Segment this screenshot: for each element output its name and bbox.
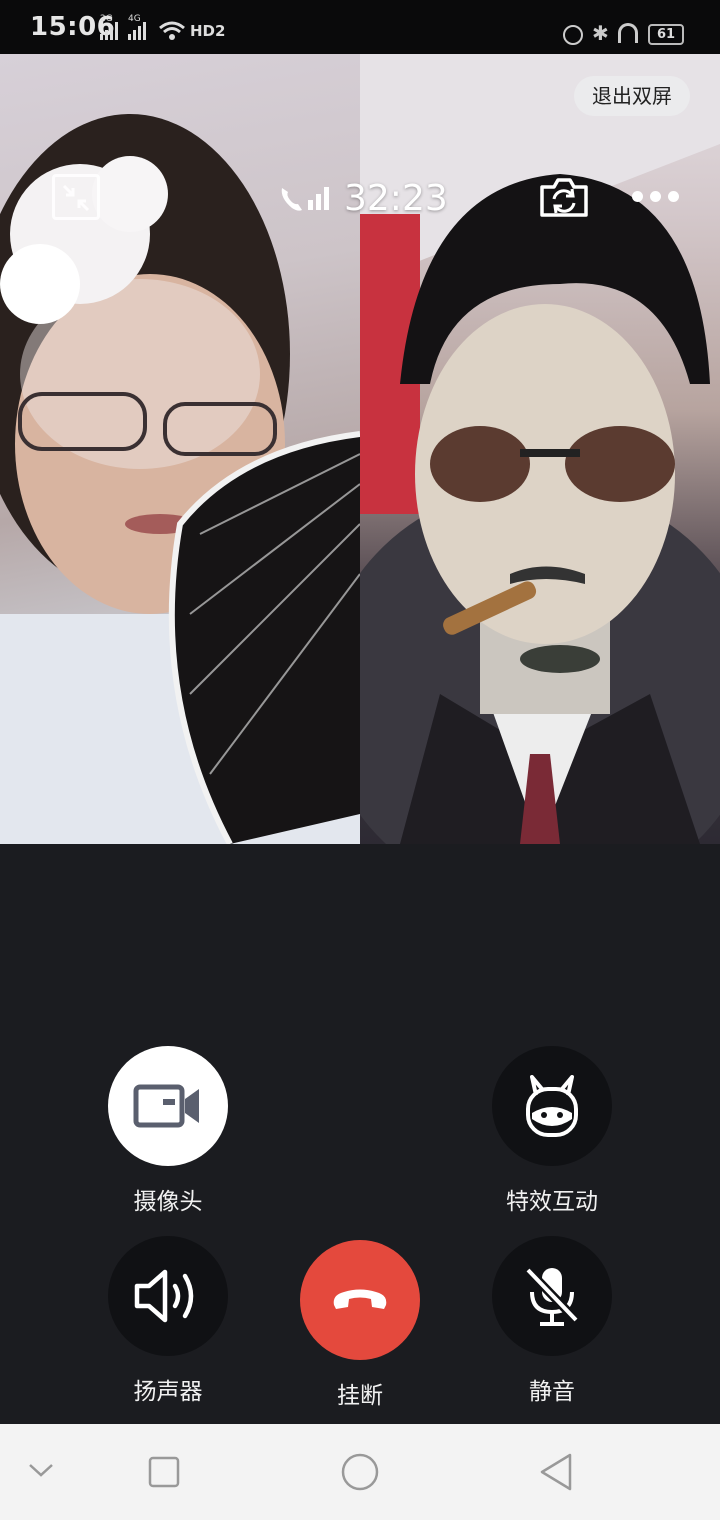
mic-off-icon (524, 1266, 580, 1326)
hangup-button[interactable] (300, 1240, 420, 1360)
hangup-control[interactable]: 挂断 (280, 1240, 440, 1410)
wifi-icon (159, 21, 185, 40)
camera-control[interactable]: 摄像头 (88, 1046, 248, 1216)
bluetooth-icon: ✱ (592, 21, 609, 45)
call-duration: 32:23 (278, 176, 448, 220)
effects-label: 特效互动 (506, 1189, 598, 1215)
phone-signal-icon (281, 187, 329, 211)
hangup-label: 挂断 (337, 1383, 383, 1409)
hd-voice-badge: HD2 (190, 22, 226, 40)
camera-button[interactable] (108, 1046, 228, 1166)
effects-button[interactable] (492, 1046, 612, 1166)
call-controls-panel: 摄像头 特效互动 扬声器 挂断 静音 (0, 844, 720, 1424)
speaker-control[interactable]: 扬声器 (88, 1236, 248, 1406)
call-timer-text: 32:23 (344, 177, 448, 219)
signal-icon-1 (100, 22, 118, 40)
speaker-button[interactable] (108, 1236, 228, 1356)
nav-collapse-icon[interactable] (28, 1462, 54, 1478)
local-video-feed[interactable] (0, 54, 360, 844)
minimize-window-button[interactable] (52, 174, 100, 220)
mute-button[interactable] (492, 1236, 612, 1356)
local-video-illustration (0, 114, 360, 844)
mute-control[interactable]: 静音 (472, 1236, 632, 1406)
more-icon (632, 190, 643, 202)
camera-label: 摄像头 (133, 1189, 203, 1215)
remote-video-illustration (360, 54, 720, 844)
speaker-icon (134, 1269, 194, 1323)
nav-recents-icon[interactable] (148, 1456, 180, 1488)
nav-home-icon[interactable] (340, 1452, 380, 1492)
camera-icon (133, 1084, 199, 1128)
more-options-button[interactable] (632, 186, 682, 206)
effects-control[interactable]: 特效互动 (472, 1046, 632, 1216)
hangup-icon (333, 1289, 387, 1309)
status-bar: 15:06 2G 4G HD2 ✱ 61 (0, 0, 720, 54)
battery-indicator: 61 (648, 24, 684, 45)
rotation-lock-icon (563, 25, 583, 45)
nav-back-icon[interactable] (538, 1452, 574, 1492)
mute-label: 静音 (529, 1379, 575, 1405)
effects-icon (526, 1075, 578, 1137)
switch-camera-icon[interactable] (538, 175, 590, 219)
remote-video-feed[interactable]: 退出双屏 (360, 54, 720, 844)
system-navigation-bar (0, 1424, 720, 1520)
speaker-label: 扬声器 (133, 1379, 203, 1405)
minimize-icon (62, 184, 90, 212)
exit-dual-screen-button[interactable]: 退出双屏 (574, 76, 690, 116)
signal-icon-2 (128, 22, 146, 40)
headset-icon (618, 23, 638, 43)
